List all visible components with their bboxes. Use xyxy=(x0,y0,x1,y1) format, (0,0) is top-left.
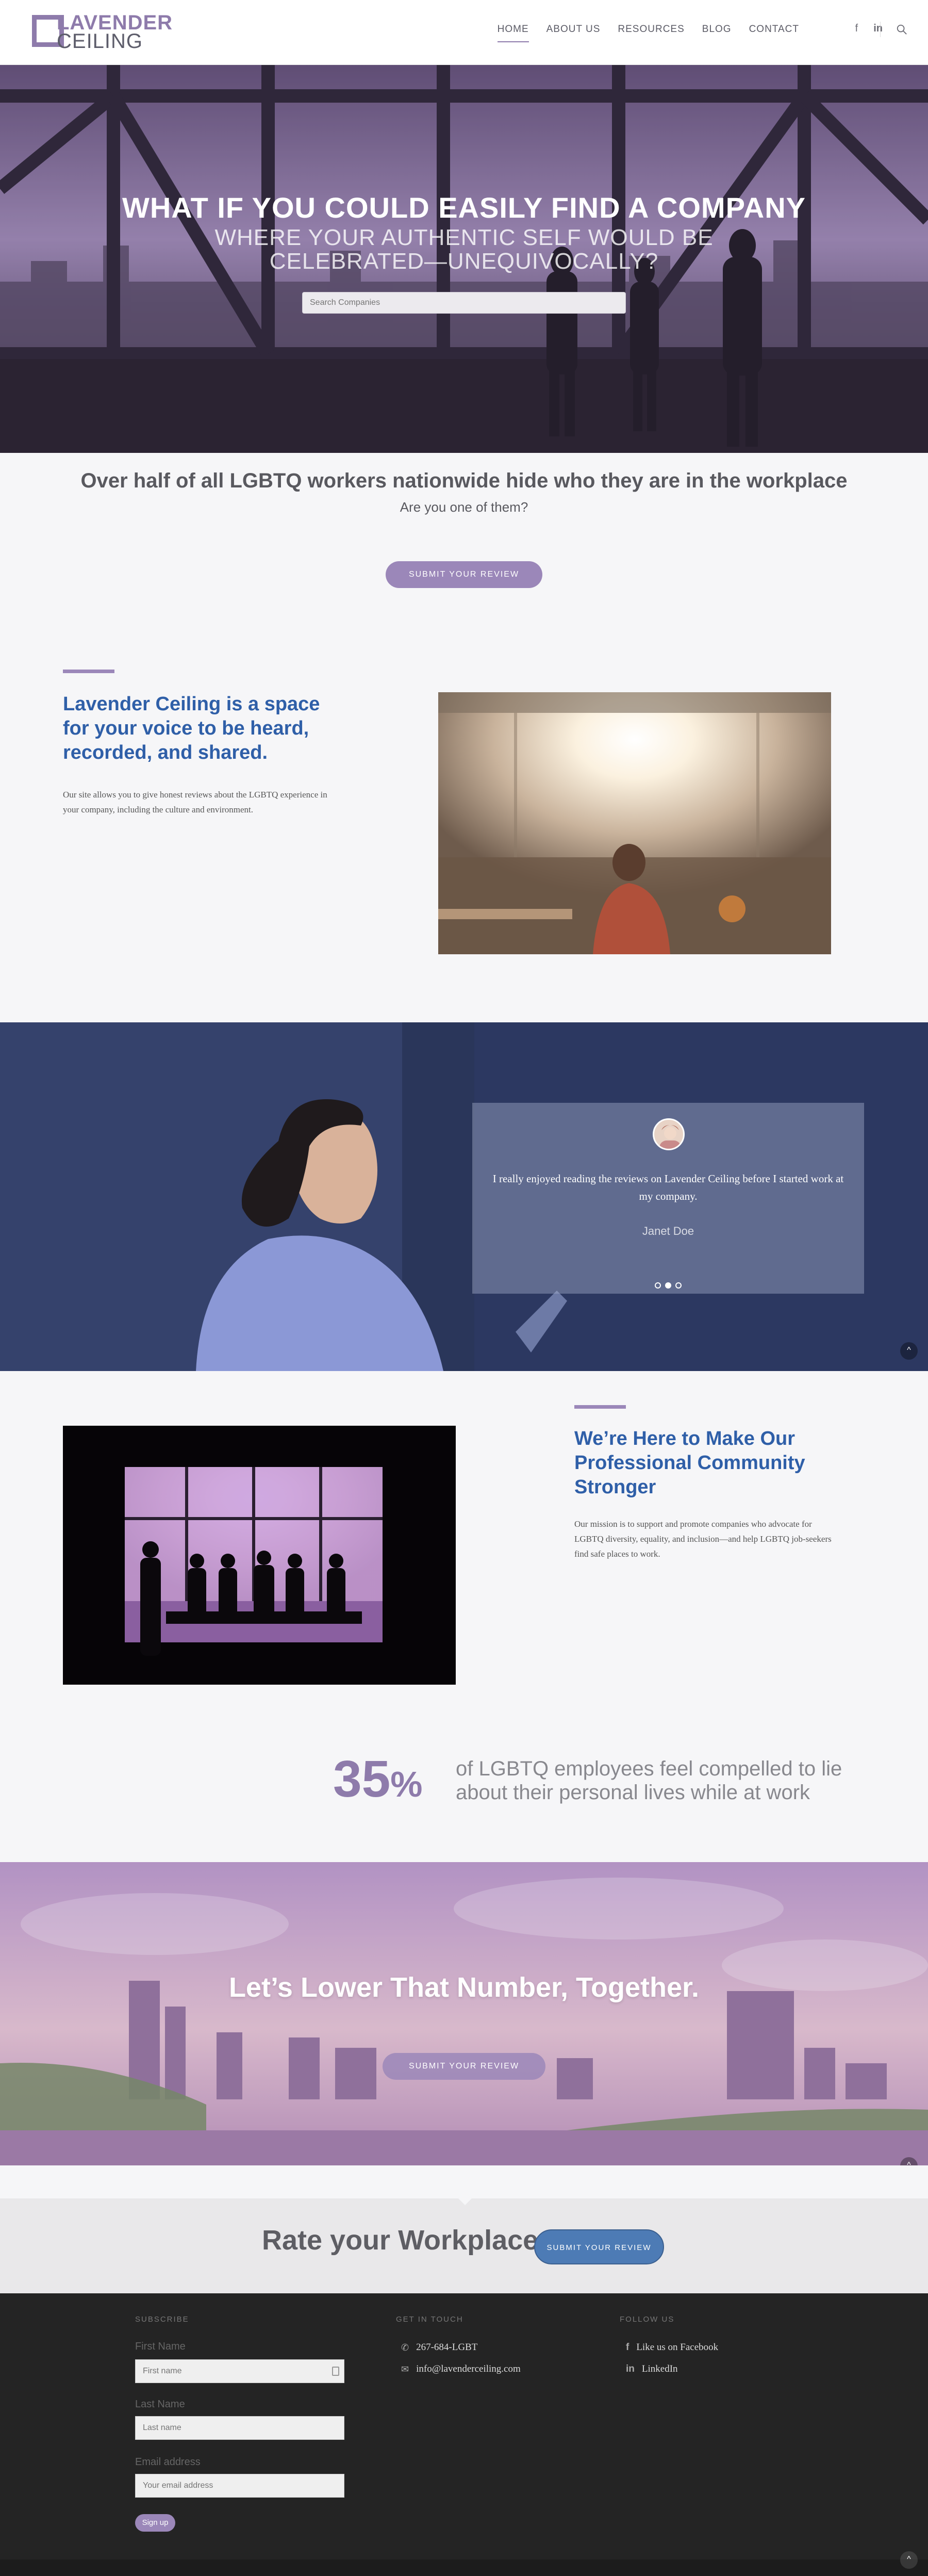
carousel-dot[interactable] xyxy=(655,1282,661,1289)
linkedin-icon: in xyxy=(626,2363,635,2374)
mission-body: Our mission is to support and promote co… xyxy=(574,1519,832,1559)
rate-heading: Rate your Workplace xyxy=(262,2225,539,2256)
footer-bottom-bar xyxy=(0,2559,928,2576)
testimonial-section: I really enjoyed reading the reviews on … xyxy=(0,1022,928,1371)
about-body: Our site allows you to give honest revie… xyxy=(63,790,327,814)
header-divider xyxy=(880,22,881,37)
mission-accent-bar xyxy=(574,1405,626,1409)
submit-review-button[interactable]: SUBMIT YOUR REVIEW xyxy=(534,2229,664,2264)
carousel-dots xyxy=(472,1282,864,1289)
contact-card-icon xyxy=(332,2367,339,2376)
carousel-dot[interactable] xyxy=(675,1282,682,1289)
testimonial-card: I really enjoyed reading the reviews on … xyxy=(472,1103,864,1294)
linkedin-link[interactable]: in LinkedIn xyxy=(626,2363,678,2375)
office-photo xyxy=(438,692,831,954)
signup-button[interactable]: Sign up xyxy=(135,2514,175,2532)
stat-unit: % xyxy=(390,1764,423,1804)
about-heading: Lavender Ceiling is a space for your voi… xyxy=(63,693,320,763)
subscribe-title: SUBSCRIBE xyxy=(135,2315,189,2324)
follow-title: FOLLOW US xyxy=(620,2315,675,2324)
last-name-label: Last Name xyxy=(135,2399,185,2410)
main-nav: HOME ABOUT US RESOURCES BLOG CONTACT xyxy=(497,24,799,42)
rate-section: Rate your Workplace SUBMIT YOUR REVIEW xyxy=(0,2198,928,2293)
nav-blog[interactable]: BLOG xyxy=(702,24,732,42)
stat-text: of LGBTQ employees feel compelled to lie… xyxy=(456,1757,842,1804)
last-name-input[interactable] xyxy=(135,2416,344,2440)
email-link[interactable]: ✉ info@lavenderceiling.com xyxy=(401,2363,521,2375)
facebook-link[interactable]: f Like us on Facebook xyxy=(626,2342,718,2353)
search-icon[interactable] xyxy=(896,24,907,35)
facebook-icon: f xyxy=(626,2342,629,2353)
submit-review-button[interactable]: SUBMIT YOUR REVIEW xyxy=(383,2053,545,2080)
logo-wordmark: LAVENDER CEILING xyxy=(57,11,173,53)
skyline-image xyxy=(0,1862,928,2165)
about-accent-bar xyxy=(63,670,114,673)
carousel-dot-active[interactable] xyxy=(665,1282,671,1289)
contact-title: GET IN TOUCH xyxy=(396,2315,463,2324)
nav-about[interactable]: ABOUT US xyxy=(546,24,601,42)
intro-heading: Over half of all LGBTQ workers nationwid… xyxy=(80,469,848,492)
nav-resources[interactable]: RESOURCES xyxy=(618,24,684,42)
logo[interactable]: LAVENDER CEILING xyxy=(32,12,172,52)
nav-contact[interactable]: CONTACT xyxy=(749,24,799,42)
meeting-photo xyxy=(63,1426,456,1685)
company-search-input[interactable] xyxy=(302,292,626,314)
facebook-icon[interactable]: f xyxy=(855,23,858,35)
city-heading: Let’s Lower That Number, Together. xyxy=(228,1972,700,2003)
hero-title: WHAT IF YOU COULD EASILY FIND A COMPANY xyxy=(122,191,806,224)
scroll-top-icon[interactable]: ^ xyxy=(900,2551,918,2569)
section-notch xyxy=(458,2198,472,2205)
envelope-icon: ✉ xyxy=(401,2363,409,2374)
testimonial-quote: I really enjoyed reading the reviews on … xyxy=(492,1172,844,1202)
intro-subheading: Are you one of them? xyxy=(400,499,528,515)
header-social: f in xyxy=(855,23,883,35)
scroll-top-icon[interactable]: ^ xyxy=(900,1342,918,1360)
phone-icon: ✆ xyxy=(401,2342,409,2353)
email-label: Email address xyxy=(135,2456,201,2468)
site-header: LAVENDER CEILING HOME ABOUT US RESOURCES… xyxy=(0,0,928,65)
first-name-input[interactable] xyxy=(135,2359,344,2383)
mission-heading: We’re Here to Make Our Professional Comm… xyxy=(574,1428,805,1498)
nav-home[interactable]: HOME xyxy=(497,24,529,42)
linkedin-icon[interactable]: in xyxy=(873,23,883,35)
testimonial-author: Janet Doe xyxy=(642,1225,694,1237)
email-input[interactable] xyxy=(135,2474,344,2498)
stat-number: 35% xyxy=(333,1750,423,1808)
hero-banner: WHAT IF YOU COULD EASILY FIND A COMPANY … xyxy=(0,65,928,453)
hero-subtitle: WHERE YOUR AUTHENTIC SELF WOULD BE CELEB… xyxy=(214,225,714,274)
testimonial-avatar xyxy=(653,1118,685,1150)
first-name-label: First Name xyxy=(135,2341,186,2352)
phone-item: ✆ 267-684-LGBT xyxy=(401,2342,478,2353)
submit-review-button[interactable]: SUBMIT YOUR REVIEW xyxy=(386,561,542,588)
city-banner: Let’s Lower That Number, Together. SUBMI… xyxy=(0,1862,928,2165)
